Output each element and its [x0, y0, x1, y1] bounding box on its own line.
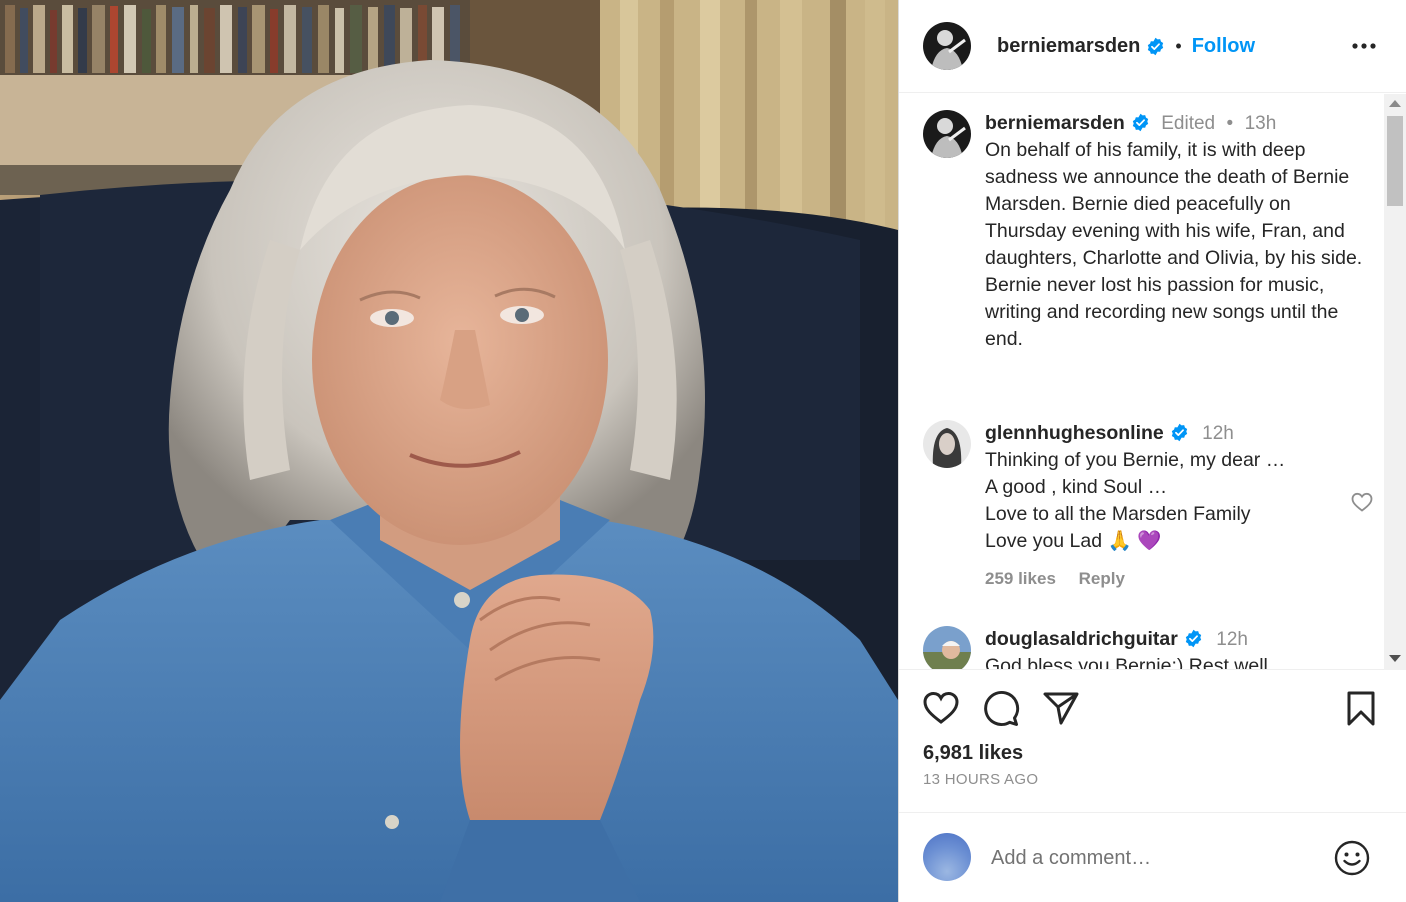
- comments-list[interactable]: berniemarsden Edited • 13h On behalf of …: [899, 94, 1406, 670]
- bookmark-icon[interactable]: [1341, 688, 1381, 728]
- post-header: berniemarsden • Follow: [899, 0, 1406, 93]
- comment-item: douglasaldrichguitar 12h God bless you B…: [923, 626, 1365, 670]
- comment-likes-count[interactable]: 259 likes: [985, 569, 1056, 588]
- comment-timestamp[interactable]: 12h: [1202, 423, 1234, 444]
- caption-username[interactable]: berniemarsden: [985, 112, 1125, 134]
- commenter-avatar[interactable]: [923, 626, 971, 669]
- verified-badge-icon: [1132, 113, 1148, 132]
- smiley-icon[interactable]: [1333, 839, 1371, 877]
- caption-body: berniemarsden Edited • 13h On behalf of …: [985, 110, 1365, 353]
- caption-edited-label: Edited: [1161, 113, 1216, 134]
- comment-meta-row: 259 likes Reply: [985, 565, 1365, 592]
- post-photo[interactable]: [0, 0, 898, 902]
- comments-scrollbar[interactable]: [1384, 94, 1406, 670]
- caption-separator: •: [1226, 113, 1234, 134]
- caption-avatar[interactable]: [923, 110, 971, 158]
- paper-plane-icon[interactable]: [1041, 688, 1081, 728]
- portrait-image: [0, 0, 898, 902]
- more-options-icon[interactable]: [1351, 34, 1377, 58]
- comment-input[interactable]: [991, 841, 1311, 875]
- comment-body: glennhughesonline 12h Thinking of you Be…: [985, 420, 1365, 592]
- author-username[interactable]: berniemarsden: [997, 35, 1140, 58]
- comment-text: God bless you Bernie:) Rest well: [985, 655, 1268, 670]
- commenter-username[interactable]: glennhughesonline: [985, 422, 1164, 444]
- instagram-post: berniemarsden • Follow berniemarsden Edi…: [0, 0, 1406, 902]
- comment-text: Thinking of you Bernie, my dear … A good…: [985, 449, 1286, 552]
- current-user-avatar: [923, 833, 971, 881]
- follow-button[interactable]: Follow: [1192, 35, 1255, 58]
- speech-bubble-icon[interactable]: [981, 688, 1021, 728]
- verified-badge-icon: [1148, 37, 1164, 55]
- scroll-up-arrow-icon[interactable]: [1389, 100, 1401, 107]
- header-separator: •: [1175, 35, 1182, 56]
- commenter-avatar[interactable]: [923, 420, 971, 468]
- post-time-ago[interactable]: 13 HOURS AGO: [923, 771, 1038, 788]
- caption-text: On behalf of his family, it is with deep…: [985, 139, 1363, 350]
- add-comment-bar: [899, 812, 1406, 902]
- likes-count[interactable]: 6,981 likes: [923, 742, 1023, 765]
- verified-badge-icon: [1185, 629, 1202, 648]
- action-bar: [899, 688, 1406, 732]
- post-sidebar: berniemarsden • Follow berniemarsden Edi…: [898, 0, 1406, 902]
- caption-timestamp[interactable]: 13h: [1245, 113, 1277, 134]
- reply-button[interactable]: Reply: [1079, 569, 1125, 588]
- comment-timestamp[interactable]: 12h: [1216, 629, 1248, 650]
- comment-item: glennhughesonline 12h Thinking of you Be…: [923, 420, 1373, 600]
- scrollbar-thumb[interactable]: [1387, 116, 1403, 206]
- comment-body: douglasaldrichguitar 12h God bless you B…: [985, 626, 1365, 670]
- commenter-username[interactable]: douglasaldrichguitar: [985, 628, 1178, 650]
- heart-icon[interactable]: [921, 688, 961, 728]
- post-caption: berniemarsden Edited • 13h On behalf of …: [923, 110, 1363, 370]
- verified-badge-icon: [1171, 423, 1187, 442]
- comment-like-heart-icon[interactable]: [1349, 490, 1375, 514]
- scroll-down-arrow-icon[interactable]: [1389, 655, 1401, 662]
- author-avatar[interactable]: [923, 22, 971, 70]
